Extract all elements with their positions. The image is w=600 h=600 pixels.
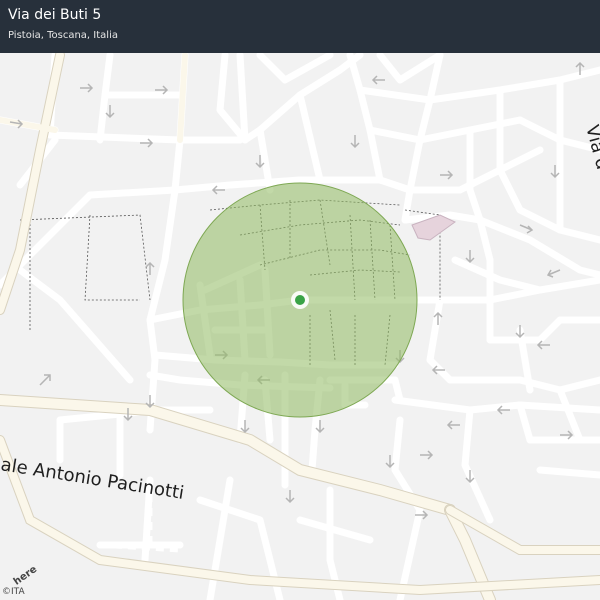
location-header: Via dei Buti 5 Pistoia, Toscana, Italia xyxy=(0,0,600,53)
here-logo-text: here xyxy=(12,564,38,586)
map-copyright: ©ITA xyxy=(2,587,25,597)
address-subtitle: Pistoia, Toscana, Italia xyxy=(8,30,118,41)
location-dot-icon[interactable] xyxy=(291,291,309,309)
address-title: Via dei Buti 5 xyxy=(8,7,102,23)
here-logo: here xyxy=(12,564,38,586)
map-view[interactable]: ale Antonio Pacinotti Via d xyxy=(0,53,600,600)
